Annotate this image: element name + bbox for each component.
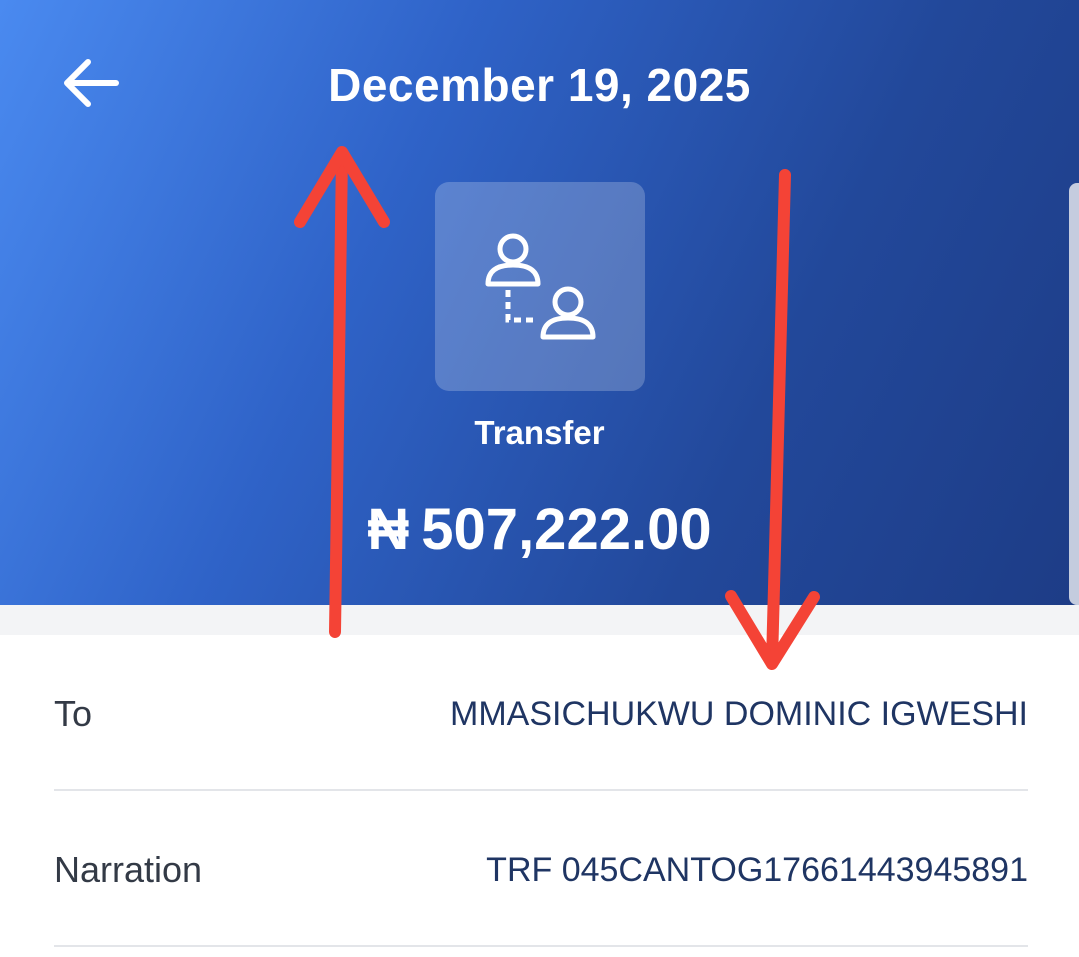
page-title: December 19, 2025 [328, 59, 751, 111]
detail-label: To [54, 693, 93, 734]
divider [54, 945, 1028, 947]
transaction-header: December 19, 2025 Transfer ₦ 507,222.00 [0, 0, 1079, 605]
transaction-details-screen: December 19, 2025 Transfer ₦ 507,222.00 T… [0, 0, 1079, 957]
transfer-users-icon [485, 233, 596, 340]
transaction-type-label: Transfer [474, 414, 605, 451]
detail-value: MMASICHUKWU DOMINIC IGWESHI [450, 695, 1028, 733]
detail-row-to: To MMASICHUKWU DOMINIC IGWESHI [54, 674, 1028, 754]
currency-symbol: ₦ [367, 497, 410, 562]
amount-value: 507,222.00 [421, 497, 712, 562]
section-separator [0, 605, 1079, 635]
divider [54, 789, 1028, 791]
detail-label: Narration [54, 849, 203, 890]
detail-value: TRF 045CANTOG17661443945891 [486, 851, 1028, 889]
scrollbar[interactable] [1069, 183, 1079, 605]
transaction-type-tile [435, 182, 645, 391]
transaction-amount: ₦ 507,222.00 [0, 496, 1079, 563]
detail-row-narration: Narration TRF 045CANTOG17661443945891 [54, 830, 1028, 910]
